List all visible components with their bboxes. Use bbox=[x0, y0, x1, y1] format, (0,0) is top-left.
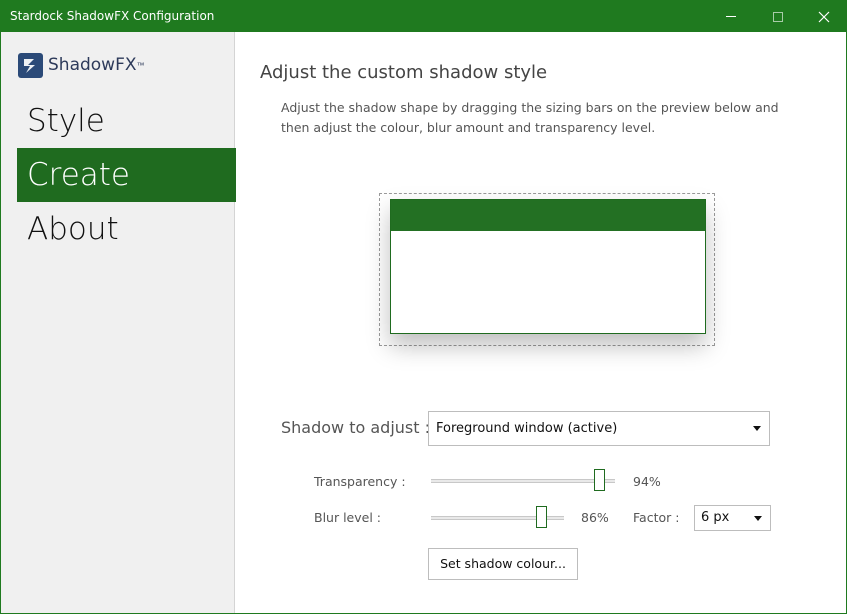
transparency-slider-thumb[interactable] bbox=[594, 469, 605, 491]
shadow-preview-frame[interactable] bbox=[379, 193, 715, 346]
logo-text: ShadowFX bbox=[48, 55, 137, 75]
slider-track bbox=[431, 479, 615, 483]
main-panel: Adjust the custom shadow style Adjust th… bbox=[236, 32, 846, 613]
sidebar: ShadowFX ™ Style Create About bbox=[1, 32, 236, 613]
minimize-button[interactable] bbox=[708, 1, 753, 32]
chevron-down-icon bbox=[753, 426, 761, 431]
close-icon bbox=[818, 11, 829, 22]
transparency-label: Transparency : bbox=[314, 474, 406, 489]
page-description: Adjust the shadow shape by dragging the … bbox=[281, 100, 779, 135]
page-title: Adjust the custom shadow style bbox=[260, 62, 548, 83]
maximize-icon bbox=[772, 11, 783, 22]
blur-value: 86% bbox=[581, 510, 609, 525]
window-title: Stardock ShadowFX Configuration bbox=[10, 9, 215, 23]
shadow-preview-window[interactable] bbox=[390, 199, 706, 334]
shadowfx-logo-icon bbox=[18, 52, 43, 78]
sidebar-item-about[interactable]: About bbox=[17, 202, 236, 256]
sidebar-item-create[interactable]: Create bbox=[17, 148, 236, 202]
minimize-icon bbox=[725, 16, 736, 17]
factor-dropdown[interactable]: 6 px bbox=[694, 505, 771, 531]
blur-level-label: Blur level : bbox=[314, 510, 381, 525]
close-button[interactable] bbox=[801, 1, 846, 32]
shadow-to-adjust-dropdown[interactable]: Foreground window (active) bbox=[428, 411, 770, 446]
app-logo: ShadowFX ™ bbox=[18, 51, 145, 79]
transparency-value: 94% bbox=[633, 474, 661, 489]
shadow-to-adjust-label: Shadow to adjust : bbox=[281, 418, 430, 437]
shadow-to-adjust-value: Foreground window (active) bbox=[436, 421, 618, 436]
set-shadow-colour-button[interactable]: Set shadow colour... bbox=[428, 548, 578, 580]
blur-slider-thumb[interactable] bbox=[536, 506, 547, 528]
chevron-down-icon bbox=[754, 516, 762, 521]
title-bar[interactable]: Stardock ShadowFX Configuration bbox=[1, 1, 846, 32]
blur-slider[interactable] bbox=[431, 506, 564, 528]
sidebar-item-style[interactable]: Style bbox=[17, 94, 236, 148]
logo-trademark: ™ bbox=[136, 60, 145, 70]
factor-value: 6 px bbox=[701, 510, 730, 525]
app-window: Stardock ShadowFX Configuration ShadowFX… bbox=[0, 0, 847, 614]
preview-window-titlebar bbox=[391, 200, 705, 231]
maximize-button[interactable] bbox=[755, 1, 800, 32]
factor-label: Factor : bbox=[633, 510, 680, 525]
transparency-slider[interactable] bbox=[431, 469, 615, 491]
